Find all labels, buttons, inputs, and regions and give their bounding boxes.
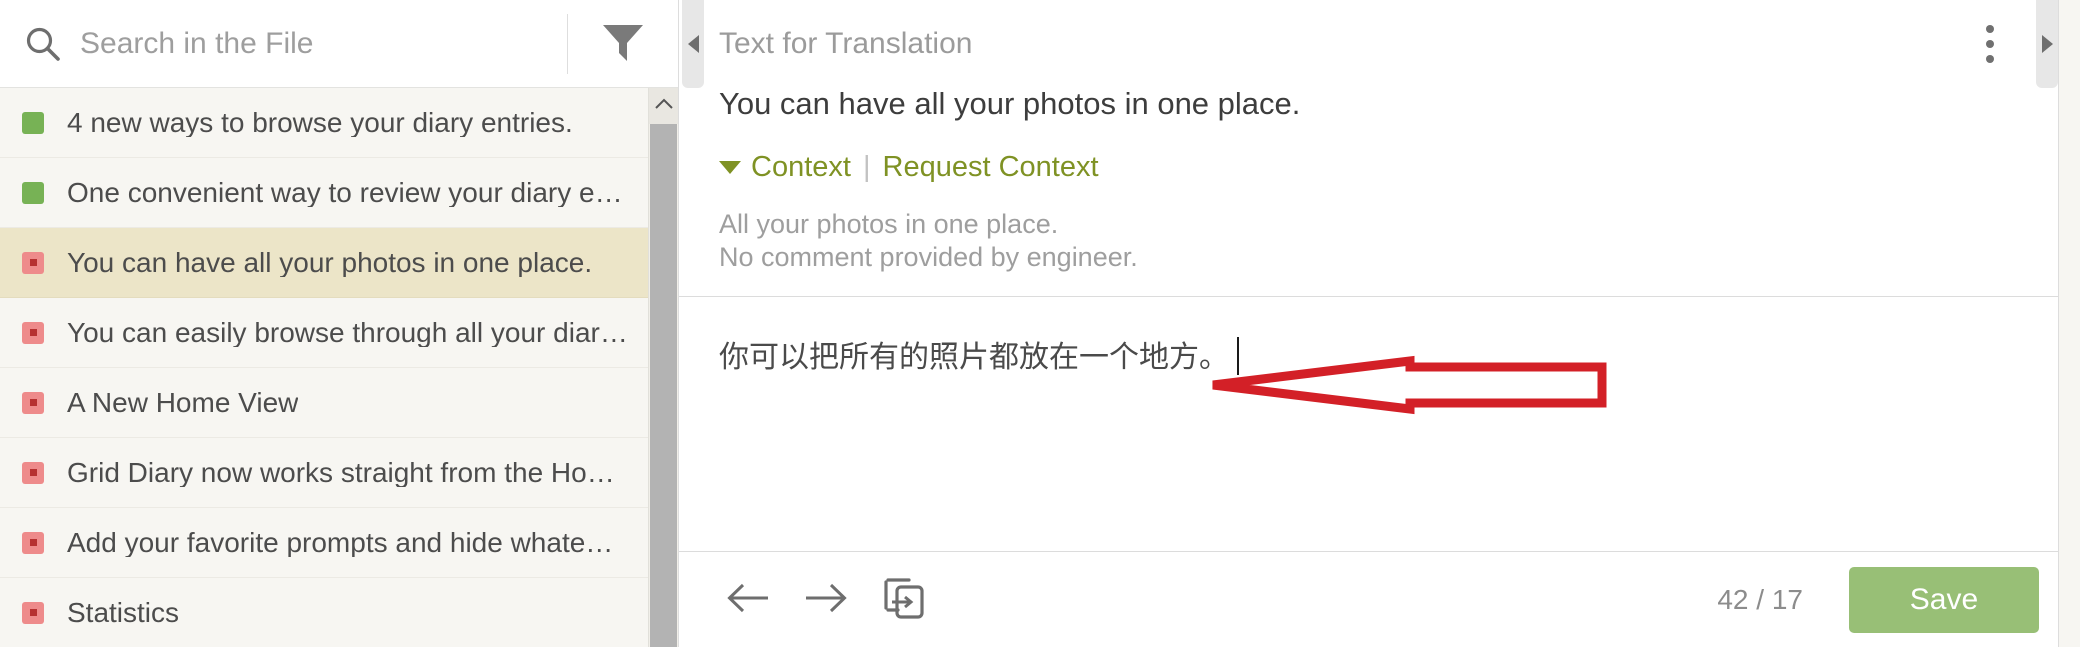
target-translation-editor[interactable]: 你可以把所有的照片都放在一个地方。	[679, 296, 2080, 551]
editor-toolbar: 42 / 17 Save	[679, 551, 2080, 647]
kebab-dot	[1986, 25, 1994, 33]
filter-icon	[600, 20, 646, 67]
triangle-right-icon	[2041, 35, 2053, 53]
context-body: All your photos in one place. No comment…	[719, 208, 2039, 296]
list-item-label: A New Home View	[67, 388, 299, 417]
context-line: No comment provided by engineer.	[719, 241, 1138, 272]
previous-segment-button[interactable]	[719, 571, 777, 629]
status-square-icon	[22, 531, 44, 554]
page-title: Text for Translation	[719, 27, 973, 60]
list-item[interactable]: One convenient way to review your diary …	[0, 158, 648, 228]
search-input[interactable]	[66, 26, 561, 61]
status-square-icon	[22, 321, 44, 344]
search-icon	[20, 21, 66, 67]
sidebar-scrollbar[interactable]	[648, 88, 678, 647]
request-context-link[interactable]: Request Context	[883, 153, 1099, 182]
list-item-label: Add your favorite prompts and hide whate…	[67, 528, 614, 557]
right-edge-strip	[2058, 0, 2080, 647]
kebab-dot	[1986, 40, 1994, 48]
list-item[interactable]: Grid Diary now works straight from the H…	[0, 438, 648, 508]
kebab-dot	[1986, 55, 1994, 63]
triangle-down-icon[interactable]	[719, 161, 741, 174]
copy-source-to-target-icon	[878, 572, 930, 627]
context-links-row: Context | Request Context	[719, 153, 2039, 208]
search-bar	[0, 0, 678, 88]
character-counter: 42 / 17	[1717, 583, 1803, 615]
list-item[interactable]: Add your favorite prompts and hide whate…	[0, 508, 648, 578]
source-text: You can have all your photos in one plac…	[719, 86, 1301, 121]
list-item[interactable]: A New Home View	[0, 368, 648, 438]
status-square-icon	[22, 391, 44, 414]
collapse-left-panel-handle[interactable]	[682, 0, 704, 88]
list-item-label: You can easily browse through all your d…	[67, 318, 628, 347]
list-item-label: You can have all your photos in one plac…	[67, 248, 593, 277]
list-item[interactable]: Statistics	[0, 578, 648, 647]
save-button[interactable]: Save	[1849, 566, 2039, 633]
list-item-label: One convenient way to review your diary …	[67, 178, 623, 207]
expand-right-panel-handle[interactable]	[2036, 0, 2058, 88]
main-header: Text for Translation	[679, 0, 2080, 88]
segment-list: 4 new ways to browse your diary entries.…	[0, 88, 648, 647]
scroll-up-button[interactable]	[649, 88, 678, 124]
triangle-left-icon	[687, 35, 699, 53]
translation-main-panel: Text for Translation You can have all yo…	[678, 0, 2080, 647]
status-square-icon	[22, 251, 44, 274]
chevron-up-icon	[653, 97, 675, 116]
list-item-label: Grid Diary now works straight from the H…	[67, 458, 615, 487]
status-square-icon	[22, 111, 44, 134]
segment-list-container: 4 new ways to browse your diary entries.…	[0, 88, 678, 647]
file-segments-sidebar: 4 new ways to browse your diary entries.…	[0, 0, 678, 647]
text-caret	[1237, 336, 1239, 375]
status-square-icon	[22, 461, 44, 484]
list-item[interactable]: You can easily browse through all your d…	[0, 298, 648, 368]
list-item-selected[interactable]: You can have all your photos in one plac…	[0, 228, 648, 298]
kebab-menu-icon[interactable]	[1970, 17, 2010, 71]
arrow-left-icon	[724, 578, 772, 621]
status-square-icon	[22, 601, 44, 624]
next-segment-button[interactable]	[797, 571, 855, 629]
copy-source-to-target-button[interactable]	[875, 571, 933, 629]
translation-editor-app: 4 new ways to browse your diary entries.…	[0, 0, 2080, 647]
context-separator: |	[862, 151, 871, 183]
list-item-label: 4 new ways to browse your diary entries.	[67, 108, 573, 137]
context-line: All your photos in one place.	[719, 209, 1059, 239]
list-item[interactable]: 4 new ways to browse your diary entries.	[0, 88, 648, 158]
arrow-right-icon	[802, 578, 850, 621]
filter-button[interactable]	[568, 0, 678, 88]
context-toggle-link[interactable]: Context	[751, 153, 851, 182]
source-segment-area: You can have all your photos in one plac…	[679, 88, 2080, 296]
target-text: 你可以把所有的照片都放在一个地方。	[719, 339, 1229, 375]
list-item-label: Statistics	[67, 598, 180, 627]
scrollbar-thumb[interactable]	[650, 124, 677, 647]
status-square-icon	[22, 181, 44, 204]
